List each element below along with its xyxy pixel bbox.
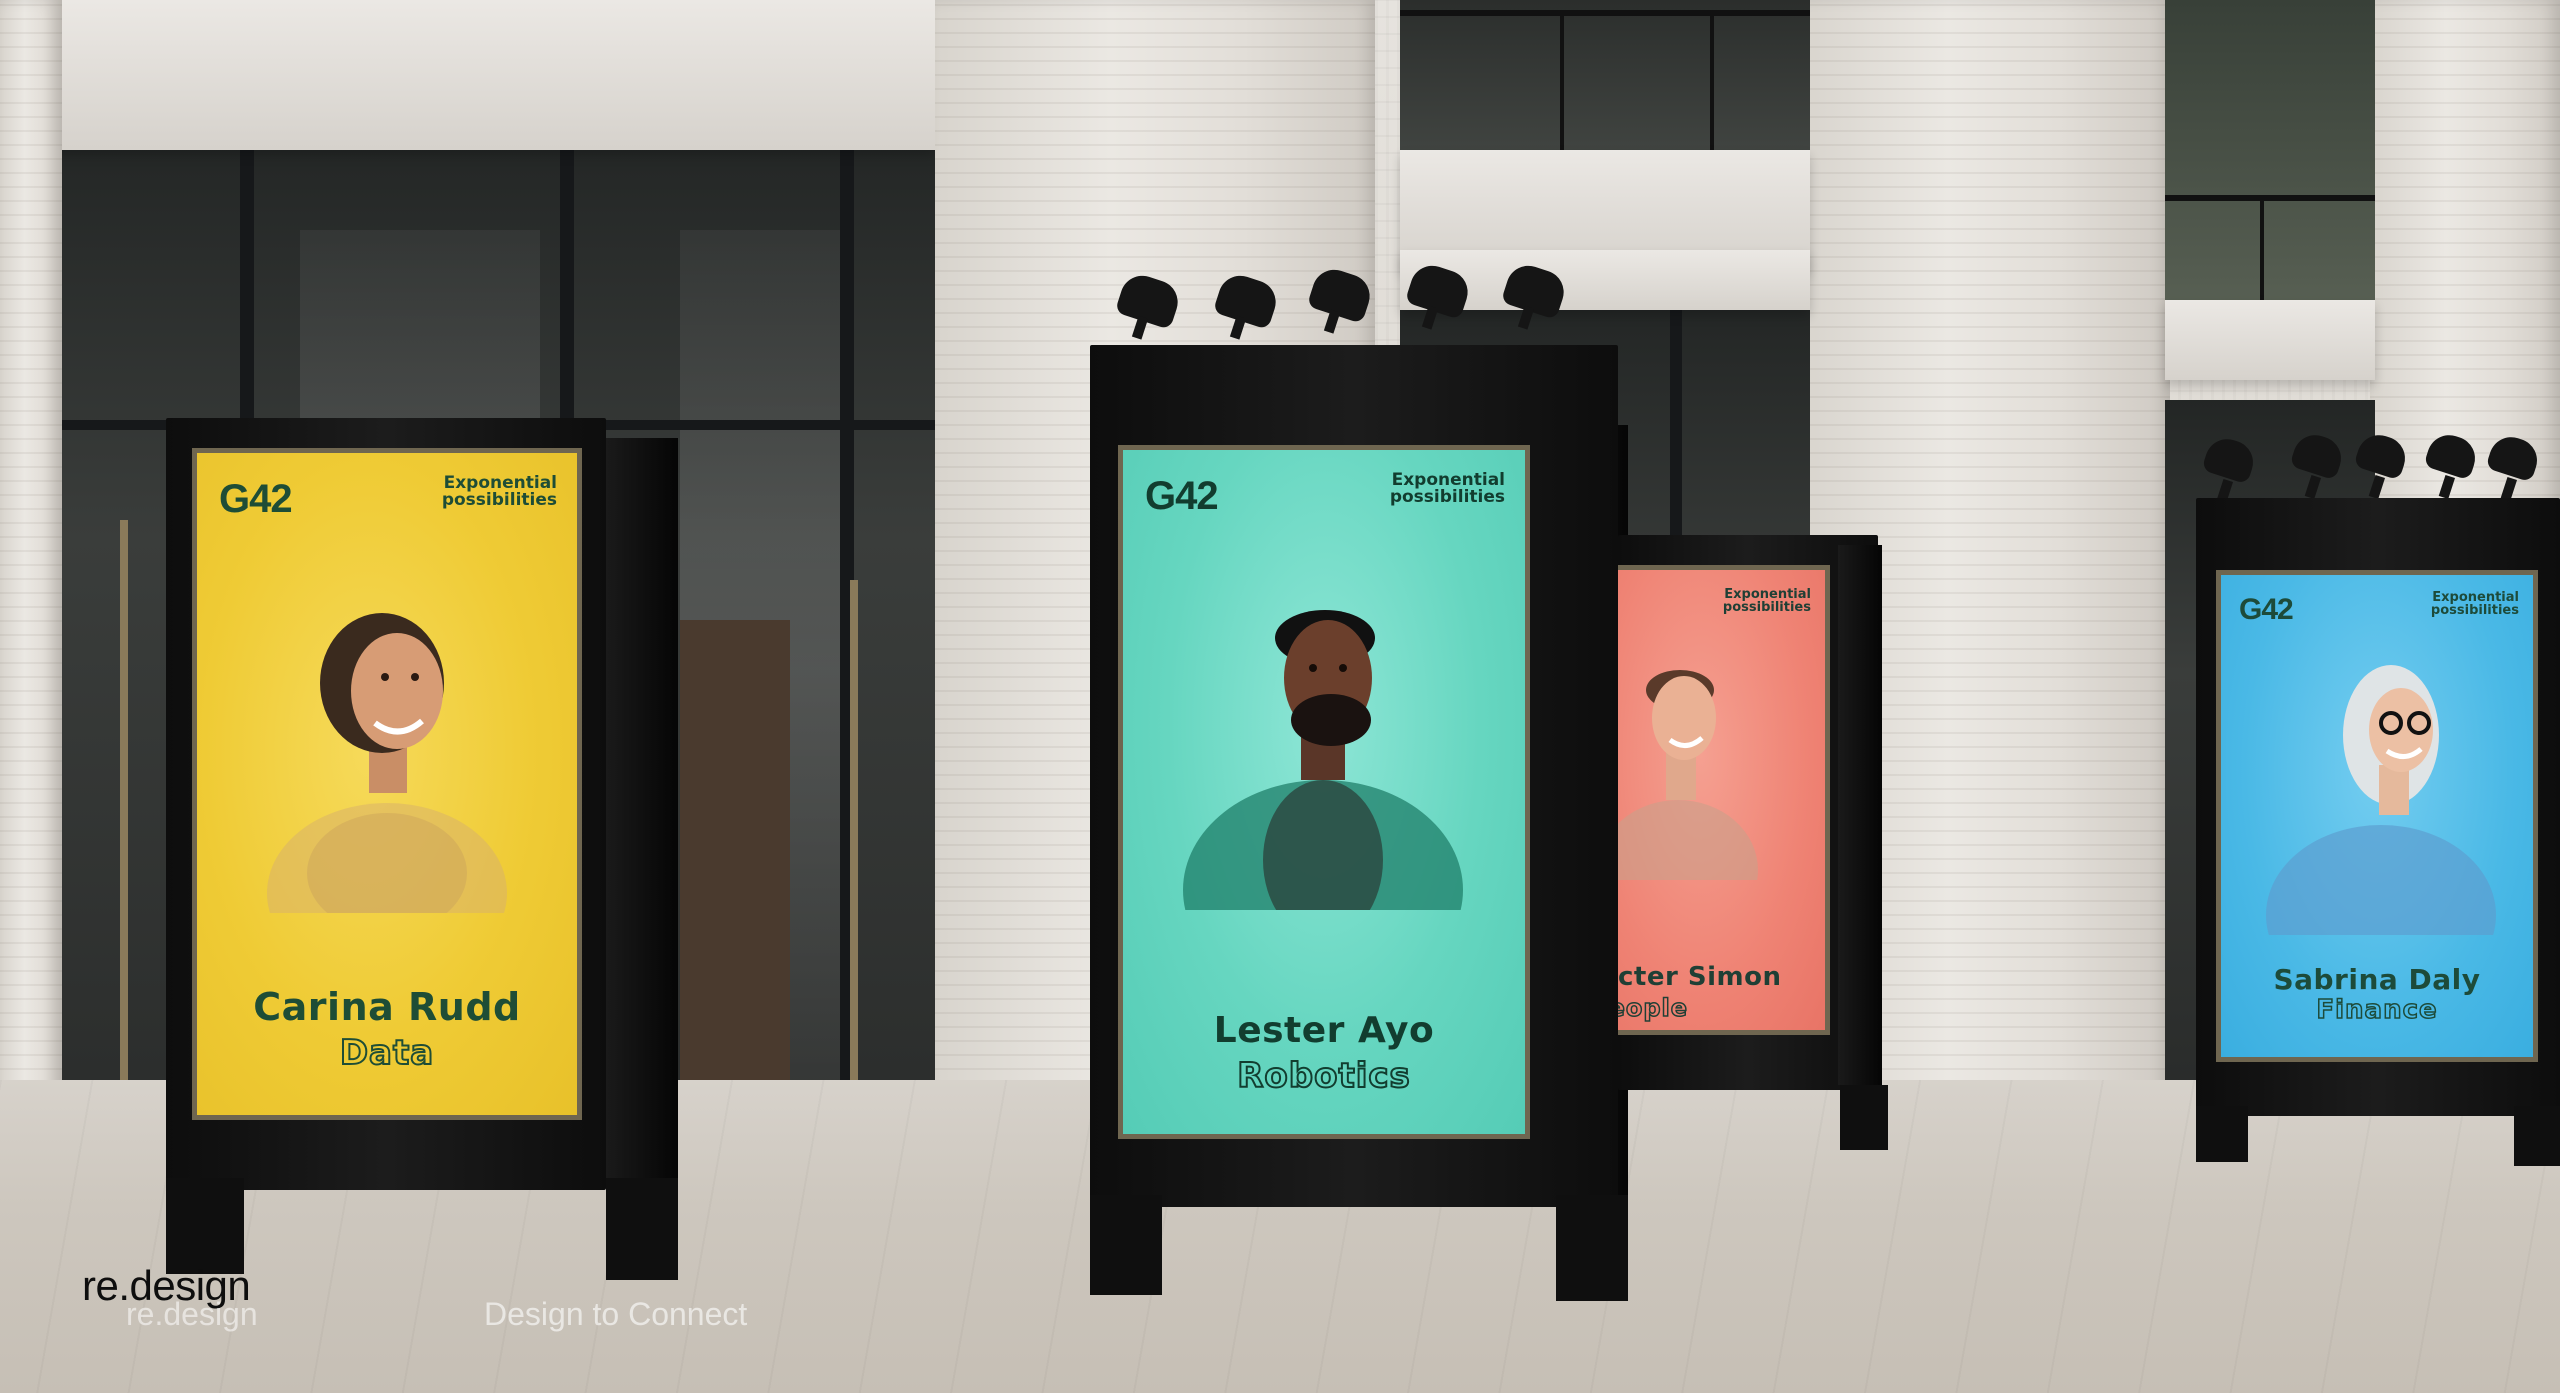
person-role: Data xyxy=(339,1032,435,1074)
person-role: People xyxy=(1618,993,1689,1023)
portrait-woman-smiling xyxy=(267,613,507,913)
door-frame xyxy=(850,580,858,1100)
person-role: Robotics xyxy=(1236,1055,1411,1097)
kiosk-leg xyxy=(606,1178,678,1280)
balcony-slab xyxy=(2165,300,2375,380)
photo-scene: G42 Exponential possibilities Carina Rudd… xyxy=(0,0,2560,1393)
poster-yellow: G42 Exponential possibilities Carina Rudd… xyxy=(192,448,582,1120)
overlay-brand-ghost: re.design xyxy=(126,1296,258,1332)
kiosk-side-panel xyxy=(1838,545,1882,1085)
person-name: Carina Rudd xyxy=(253,985,521,1029)
poster-kiosk-1: G42 Exponential possibilities Carina Rudd… xyxy=(166,418,678,1280)
poster-tagline: Exponential possibilities xyxy=(441,473,557,510)
g42-logo: G42 xyxy=(219,477,293,521)
person-role: Finance xyxy=(2316,994,2438,1026)
kiosk-side-panel xyxy=(606,438,678,1198)
poster-kiosk-3: Exponentialpossibilities cter Simon Peop… xyxy=(1618,535,1888,1155)
kiosk-leg xyxy=(1556,1195,1628,1301)
poster-tagline: Exponential possibilities xyxy=(1722,587,1811,615)
poster-tagline: Exponential possibilities xyxy=(2430,590,2519,618)
portrait-young-man xyxy=(1618,670,1758,880)
poster-coral: Exponentialpossibilities cter Simon Peop… xyxy=(1618,565,1830,1035)
person-name: cter Simon xyxy=(1618,962,1782,992)
door-frame xyxy=(120,520,128,1140)
kiosk-leg xyxy=(166,1178,244,1274)
overlay-tagline: Design to Connect xyxy=(484,1296,748,1332)
stone-pillar xyxy=(0,0,62,1140)
poster-tagline: Exponential possibilities xyxy=(1389,470,1505,507)
poster-teal: G42 Exponential possibilities Lester Ayo … xyxy=(1118,445,1530,1139)
kiosk-leg xyxy=(2514,1106,2560,1166)
poster-kiosk-4: G42 Exponential possibilities Sabrina Dal… xyxy=(2196,498,2560,1166)
g42-logo: G42 xyxy=(1145,474,1219,518)
portrait-woman-glasses xyxy=(2266,665,2496,935)
kiosk-leg xyxy=(1840,1085,1888,1150)
poster-blue: G42 Exponential possibilities Sabrina Dal… xyxy=(2216,570,2538,1062)
g42-logo: G42 xyxy=(2239,593,2294,626)
building-soffit xyxy=(0,0,935,150)
poster-kiosk-2: G42 Exponential possibilities Lester Ayo … xyxy=(1090,345,1628,1303)
person-name: Sabrina Daly xyxy=(2273,963,2481,996)
portrait-man-bearded xyxy=(1183,610,1463,910)
door-frame xyxy=(680,620,790,1100)
person-name: Lester Ayo xyxy=(1213,1010,1435,1051)
kiosk-leg xyxy=(1090,1195,1162,1295)
kiosk-leg xyxy=(2196,1106,2248,1162)
